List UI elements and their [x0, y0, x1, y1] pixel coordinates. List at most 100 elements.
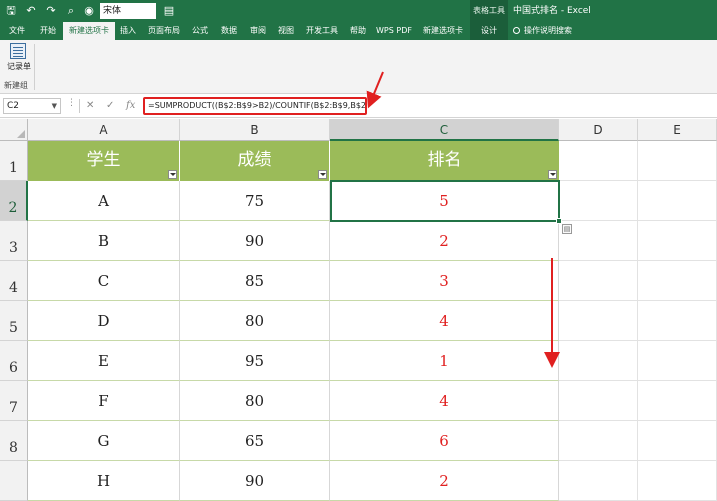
tab-new-tab-1[interactable]: 新建选项卡 [63, 22, 115, 40]
column-header-d[interactable]: D [559, 119, 638, 141]
cell-empty-d[interactable] [559, 341, 638, 381]
header-cell-rank[interactable]: 排名 [330, 141, 559, 181]
tab-file[interactable]: 文件 [2, 22, 32, 40]
cell-student[interactable]: D [28, 301, 180, 341]
cell-rank[interactable]: 4 [330, 301, 559, 341]
quick-analysis-icon[interactable]: ▤ [562, 224, 572, 234]
cell-empty-e[interactable] [638, 181, 717, 221]
formula-bar-grip-icon[interactable]: ⋮ [67, 98, 76, 108]
cell-student[interactable]: F [28, 381, 180, 421]
tab-page-layout[interactable]: 页面布局 [143, 22, 185, 40]
row-header-8[interactable]: 8 [0, 421, 28, 461]
cell-score[interactable]: 65 [180, 421, 330, 461]
tab-design[interactable]: 设计 [470, 22, 508, 40]
ribbon-group-label: 新建组 [4, 81, 28, 90]
row-number: 1 [9, 160, 18, 176]
row-number: 2 [8, 200, 18, 216]
cell-empty-d[interactable] [559, 261, 638, 301]
select-all-corner[interactable] [0, 119, 28, 141]
enter-icon[interactable]: ✓ [106, 98, 114, 114]
tab-help[interactable]: 帮助 [345, 22, 371, 40]
formula-input[interactable]: =SUMPRODUCT((B$2:B$9>B2)/COUNTIF(B$2:B$9… [143, 97, 367, 115]
ribbon-panel: 记录单 新建组 [0, 40, 717, 94]
cell-score[interactable]: 80 [180, 301, 330, 341]
cell-student[interactable]: A [28, 181, 180, 221]
cell-empty-e[interactable] [638, 381, 717, 421]
tab-developer[interactable]: 开发工具 [302, 22, 342, 40]
cell-student[interactable]: H [28, 461, 180, 501]
cell-score[interactable]: 90 [180, 221, 330, 261]
save-icon[interactable]: 🖫 [4, 3, 18, 19]
font-name-box[interactable]: 宋体 [100, 3, 156, 19]
cancel-icon[interactable]: ✕ [86, 98, 94, 114]
print-preview-icon[interactable]: ⌕ [64, 3, 78, 19]
cell-e1[interactable] [638, 141, 717, 181]
chevron-down-icon[interactable]: ▼ [52, 99, 57, 113]
tab-new-tab-2[interactable]: 新建选项卡 [418, 22, 468, 40]
cell-score[interactable]: 75 [180, 181, 330, 221]
column-header-e[interactable]: E [638, 119, 717, 141]
cell-empty-e[interactable] [638, 341, 717, 381]
form-button[interactable]: 记录单 [4, 43, 31, 73]
tab-review[interactable]: 审阅 [245, 22, 271, 40]
name-box[interactable]: C2 ▼ [3, 98, 61, 114]
row-header-9[interactable] [0, 461, 28, 501]
row-header-5[interactable]: 5 [0, 301, 28, 341]
cell-rank[interactable]: 2 [330, 221, 559, 261]
insert-function-icon[interactable]: fx [126, 98, 135, 114]
row-number: 8 [9, 440, 18, 456]
filter-dropdown-icon[interactable] [318, 170, 327, 179]
cell-student[interactable]: B [28, 221, 180, 261]
tab-insert[interactable]: 插入 [116, 22, 140, 40]
filter-dropdown-icon[interactable] [168, 170, 177, 179]
tab-home[interactable]: 开始 [34, 22, 62, 40]
active-cell-selection[interactable] [330, 180, 560, 222]
cell-score[interactable]: 80 [180, 381, 330, 421]
tell-me-search[interactable]: 操作说明搜索 [513, 22, 572, 40]
cell-rank[interactable]: 2 [330, 461, 559, 501]
cell-score[interactable]: 90 [180, 461, 330, 501]
camera-icon[interactable]: ◉ [82, 3, 96, 19]
cell-empty-e[interactable] [638, 461, 717, 501]
cell-rank[interactable]: 3 [330, 261, 559, 301]
tab-data[interactable]: 数据 [216, 22, 242, 40]
cell-empty-e[interactable] [638, 421, 717, 461]
tab-view[interactable]: 视图 [273, 22, 299, 40]
column-header-b[interactable]: B [180, 119, 330, 141]
row-header-3[interactable]: 3 [0, 221, 28, 261]
cell-score[interactable]: 95 [180, 341, 330, 381]
tab-wps-pdf[interactable]: WPS PDF [374, 22, 414, 40]
format-painter-icon[interactable]: ▤ [162, 3, 176, 19]
row-header-6[interactable]: 6 [0, 341, 28, 381]
undo-icon[interactable]: ↶ [24, 3, 38, 19]
row-number: 7 [9, 400, 18, 416]
column-header-a[interactable]: A [28, 119, 180, 141]
cell-student[interactable]: E [28, 341, 180, 381]
cell-empty-d[interactable] [559, 301, 638, 341]
cell-empty-e[interactable] [638, 261, 717, 301]
cell-d1[interactable] [559, 141, 638, 181]
row-header-4[interactable]: 4 [0, 261, 28, 301]
tab-formulas[interactable]: 公式 [187, 22, 213, 40]
cell-rank[interactable]: 4 [330, 381, 559, 421]
header-cell-score[interactable]: 成绩 [180, 141, 330, 181]
cell-student[interactable]: G [28, 421, 180, 461]
row-header-1[interactable]: 1 [0, 141, 28, 181]
cell-student[interactable]: C [28, 261, 180, 301]
cell-rank[interactable]: 1 [330, 341, 559, 381]
row-header-2[interactable]: 2 [0, 181, 28, 221]
row-header-7[interactable]: 7 [0, 381, 28, 421]
cell-empty-d[interactable] [559, 421, 638, 461]
cell-empty-d[interactable] [559, 461, 638, 501]
filter-dropdown-icon[interactable] [548, 170, 557, 179]
column-header-c[interactable]: C [330, 119, 559, 141]
redo-icon[interactable]: ↷ [44, 3, 58, 19]
cell-rank[interactable]: 6 [330, 421, 559, 461]
cell-score[interactable]: 85 [180, 261, 330, 301]
header-cell-student[interactable]: 学生 [28, 141, 180, 181]
cell-empty-e[interactable] [638, 301, 717, 341]
cell-empty-d[interactable] [559, 181, 638, 221]
name-box-value: C2 [7, 101, 20, 111]
cell-empty-e[interactable] [638, 221, 717, 261]
cell-empty-d[interactable] [559, 381, 638, 421]
